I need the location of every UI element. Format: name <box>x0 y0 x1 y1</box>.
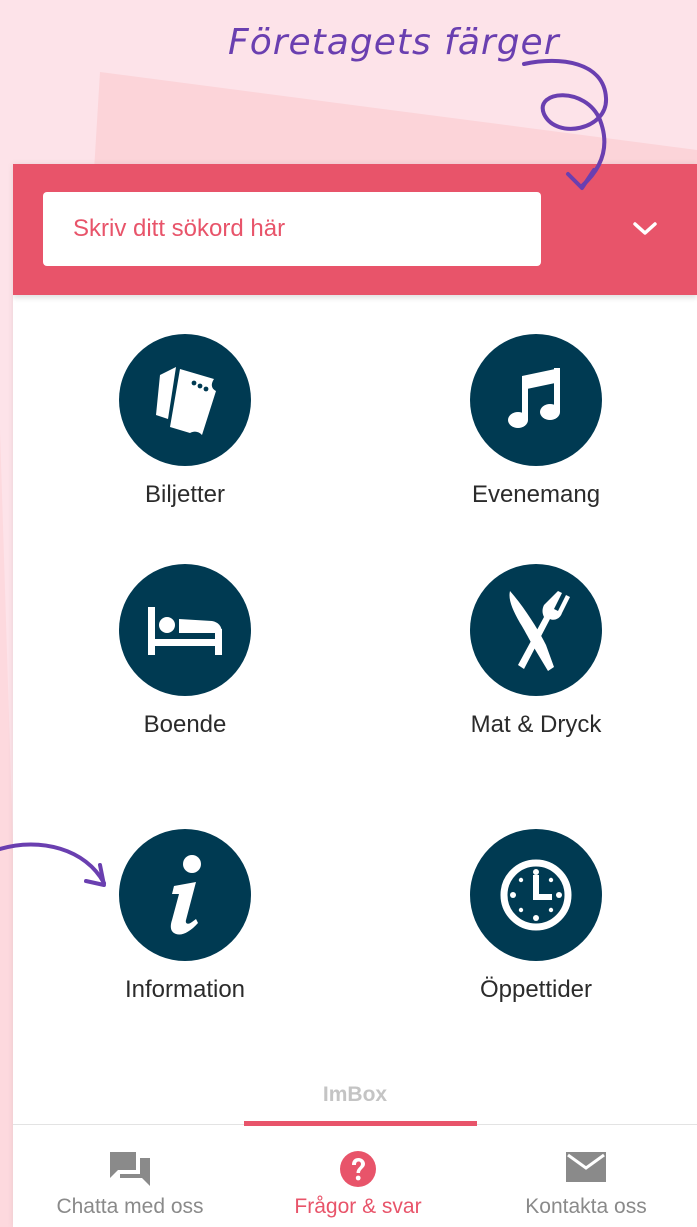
category-label: Öppettider <box>479 976 593 1003</box>
category-mat-dryck[interactable]: Mat & Dryck <box>416 564 656 739</box>
category-label: Evenemang <box>471 481 601 508</box>
category-icon-circle <box>119 829 251 961</box>
question-icon <box>340 1151 376 1187</box>
annotation-arrow-left <box>0 842 106 887</box>
category-label: Boende <box>143 711 227 738</box>
category-label: Biljetter <box>144 481 226 508</box>
tab-label: Kontakta oss <box>525 1195 647 1218</box>
imbox-logo: ImBox <box>322 1083 388 1106</box>
mail-icon <box>566 1152 606 1182</box>
search-placeholder: Skriv ditt sökord här <box>73 215 286 242</box>
knife-fork-icon <box>509 591 570 671</box>
category-oppettider[interactable]: Öppettider <box>416 829 656 1004</box>
chat-icon <box>110 1152 150 1186</box>
info-icon <box>170 855 201 935</box>
category-icon-circle <box>119 564 251 696</box>
faq-widget: Skriv ditt sökord här Biljetter Eveneman… <box>13 164 697 1227</box>
category-label: Mat & Dryck <box>470 711 602 738</box>
tab-label: Chatta med oss <box>56 1195 204 1218</box>
category-boende[interactable]: Boende <box>65 564 305 739</box>
music-note-icon <box>508 368 560 428</box>
search-input[interactable]: Skriv ditt sökord här <box>43 192 541 266</box>
category-label: Information <box>124 976 246 1003</box>
clock-icon <box>500 859 572 931</box>
category-icon-circle <box>470 564 602 696</box>
chevron-down-icon[interactable] <box>631 219 659 239</box>
annotation-arrow-top <box>522 58 609 190</box>
category-biljetter[interactable]: Biljetter <box>65 334 305 509</box>
tab-label: Frågor & svar <box>294 1195 422 1218</box>
bottom-tab-bar: Chatta med oss Frågor & svar Kontakta os… <box>13 1121 697 1227</box>
category-icon-circle <box>470 334 602 466</box>
category-icon-circle <box>119 334 251 466</box>
category-evenemang[interactable]: Evenemang <box>416 334 656 509</box>
annotation-label: Företagets färger <box>228 22 560 63</box>
ticket-icon <box>156 367 216 435</box>
tab-chatta-med-oss[interactable]: Chatta med oss <box>16 1125 244 1227</box>
category-icon-circle <box>470 829 602 961</box>
tab-kontakta-oss[interactable]: Kontakta oss <box>472 1125 697 1227</box>
bed-icon <box>148 607 222 655</box>
tab-fragor-svar[interactable]: Frågor & svar <box>244 1125 472 1227</box>
